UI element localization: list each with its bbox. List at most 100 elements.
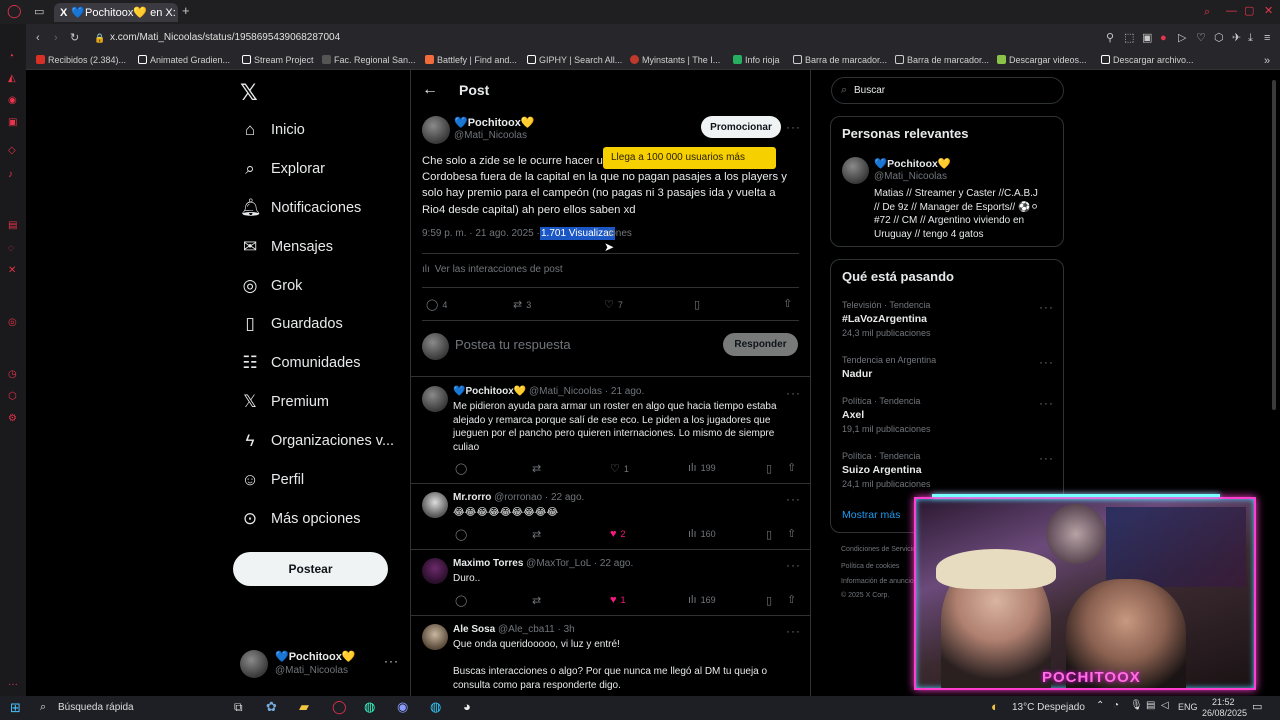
bookmark-item[interactable]: Info rioja <box>733 55 780 65</box>
footer-link[interactable]: Información de anuncios <box>841 578 917 585</box>
post-more-icon[interactable]: ··· <box>786 120 801 134</box>
snapshot-icon[interactable]: ⬚ <box>1124 32 1134 44</box>
sidebar-settings-icon[interactable]: ⚙ <box>8 414 17 424</box>
reply-count[interactable]: ◯ 4 <box>426 298 447 311</box>
clock-time[interactable]: 21:52 <box>1212 697 1235 707</box>
sidebar-flow-icon[interactable]: ◇ <box>8 146 16 156</box>
post-author-handle[interactable]: @Mati_Nicoolas <box>454 130 527 141</box>
trend-more-icon[interactable]: ··· <box>1039 451 1054 465</box>
bookmark-button[interactable]: ▯ <box>694 298 704 311</box>
share-button[interactable]: ⇧ <box>783 297 796 310</box>
bookmark-folder[interactable]: Barra de marcador... <box>895 55 989 65</box>
file-explorer-icon[interactable]: ▰ <box>299 699 309 715</box>
trend-item[interactable]: Política · Tendencia Suizo Argentina 24,… <box>831 449 1063 494</box>
footer-link[interactable]: Condiciones de Servicio <box>841 546 916 553</box>
language-indicator[interactable]: ENG <box>1178 702 1198 712</box>
opera-taskbar-icon[interactable]: ◯ <box>332 699 347 715</box>
bookmark-item[interactable]: Descargar videos... <box>997 55 1087 65</box>
avatar[interactable] <box>842 157 869 184</box>
relevant-name[interactable]: 💙Pochitoox💛 <box>874 157 951 170</box>
views-count[interactable]: ılı 160 <box>688 528 716 540</box>
reply-more-icon[interactable]: ··· <box>786 492 801 506</box>
edge-dev-icon[interactable]: ◍ <box>430 699 441 715</box>
nav-perfil[interactable]: ☺ Perfil <box>240 466 304 494</box>
reply-button[interactable]: ◯ <box>455 594 471 607</box>
reply-button[interactable]: Responder <box>723 333 798 356</box>
trend-item[interactable]: Televisión · Tendencia #LaVozArgentina 2… <box>831 298 1063 343</box>
reply-author-name[interactable]: 💙Pochitoox💛 <box>453 386 526 397</box>
views-count[interactable]: ılı 169 <box>688 594 716 606</box>
nav-notificaciones[interactable]: 🔔︎ Notificaciones <box>240 194 361 222</box>
views-count[interactable]: ılı 199 <box>688 462 716 474</box>
views-label-rest[interactable]: iones <box>608 228 632 239</box>
like-count[interactable]: ♡ 7 <box>604 298 623 311</box>
reply-time[interactable]: · 21 ago. <box>605 386 644 397</box>
account-switcher[interactable]: 💙Pochitoox💛 @Mati_Nicoolas ··· <box>240 648 400 680</box>
like-count[interactable]: ♥ 2 <box>610 528 626 540</box>
relevant-handle[interactable]: @Mati_Nicoolas <box>874 171 947 182</box>
tray-mic-icon[interactable]: 🎙︎ <box>1130 700 1143 711</box>
reply-author-name[interactable]: Mr.rorro <box>453 492 491 503</box>
tab-menu-icon[interactable]: ▭ <box>34 6 44 18</box>
reload-icon[interactable]: ↻ <box>70 32 79 44</box>
nav-mas-opciones[interactable]: ⊙ Más opciones <box>240 505 361 533</box>
bookmark-item[interactable]: Descargar archivo... <box>1101 55 1194 65</box>
like-count[interactable]: ♥ 1 <box>610 594 626 606</box>
nav-grok[interactable]: ◎ Grok <box>240 272 303 300</box>
bookmark-item[interactable]: Myinstants | The I... <box>630 55 720 65</box>
minimize-icon[interactable]: — <box>1226 5 1237 17</box>
nav-mensajes[interactable]: ✉ Mensajes <box>240 233 333 261</box>
footer-link[interactable]: Política de cookies <box>841 563 899 570</box>
trend-item[interactable]: Tendencia en Argentina Nadur ··· <box>831 353 1063 385</box>
trend-item[interactable]: Política · Tendencia Axel 19,1 mil publi… <box>831 394 1063 439</box>
new-tab-icon[interactable]: + <box>182 4 190 17</box>
avatar[interactable] <box>422 116 450 144</box>
reply-button[interactable]: ◯ <box>455 528 471 541</box>
weather-text[interactable]: 13°C Despejado <box>1012 702 1085 713</box>
discord-icon[interactable]: ◉ <box>397 699 408 715</box>
reply-time[interactable]: · 3h <box>557 624 574 635</box>
reply-more-icon[interactable]: ··· <box>786 624 801 638</box>
favorite-icon[interactable]: ♡ <box>1196 32 1206 44</box>
maximize-icon[interactable]: ▢ <box>1244 5 1254 17</box>
sidebar-snapshot-icon[interactable]: ▣ <box>8 118 17 128</box>
repost-button[interactable]: ⇄ <box>532 528 545 541</box>
post-timestamp[interactable]: 9:59 p. m. · 21 ago. 2025 · <box>422 228 540 239</box>
tray-app-icon[interactable]: ◔ <box>1113 700 1119 711</box>
sidebar-extensions-icon[interactable]: ⬡ <box>8 392 17 402</box>
sidebar-whatsapp-icon[interactable]: ◌ <box>8 244 14 254</box>
extension-red-icon[interactable]: ● <box>1160 32 1167 44</box>
sidebar-aria-icon[interactable]: ◭ <box>8 74 16 84</box>
bookmark-button[interactable]: ▯ <box>766 462 776 475</box>
reply-author-name[interactable]: Ale Sosa <box>453 624 495 635</box>
reply-item[interactable]: Maximo Torres @MaxTor_LoL · 22 ago. ··· … <box>410 550 810 614</box>
sidebar-x-icon[interactable]: ✕ <box>8 266 16 276</box>
sidebar-twitch-icon[interactable]: ▤ <box>8 221 17 231</box>
share-button[interactable]: ⇧ <box>787 527 800 540</box>
copilot-icon[interactable]: ✿ <box>266 699 277 715</box>
reply-item[interactable]: Mr.rorro @rorronao · 22 ago. ··· 😂😂😂😂😂😂😂… <box>410 484 810 548</box>
nav-organizaciones[interactable]: ϟ Organizaciones v... <box>240 427 395 455</box>
share-button[interactable]: ⇧ <box>787 593 800 606</box>
edge-icon[interactable]: ◍ <box>364 699 375 715</box>
network-icon[interactable]: ▤ <box>1146 700 1155 711</box>
sidebar-history-icon[interactable]: ◷ <box>8 370 17 380</box>
tray-overflow-icon[interactable]: ⌃ <box>1096 700 1104 711</box>
obs-icon[interactable]: ◕ <box>463 699 471 714</box>
bookmark-item[interactable]: Recibidos (2.384)... <box>36 55 126 65</box>
reply-input[interactable]: Postea tu respuesta <box>455 337 705 352</box>
play-icon[interactable]: ▷ <box>1178 32 1186 44</box>
reply-item[interactable]: 💙Pochitoox💛 @Mati_Nicoolas · 21 ago. ···… <box>410 377 810 483</box>
extensions-icon[interactable]: ⬡ <box>1214 32 1224 44</box>
repost-count[interactable]: ⇄ 3 <box>513 298 531 311</box>
view-interactions-link[interactable]: ılı Ver las interacciones de post <box>422 264 563 275</box>
bookmark-item[interactable]: Stream Project <box>242 55 314 65</box>
reply-time[interactable]: · 22 ago. <box>594 558 633 569</box>
bookmark-folder[interactable]: Barra de marcador... <box>793 55 887 65</box>
bookmark-item[interactable]: Animated Gradien... <box>138 55 230 65</box>
reply-author-handle[interactable]: @Ale_cba11 <box>498 624 555 635</box>
url-text[interactable]: x.com/Mati_Nicoolas/status/1958695439068… <box>110 32 340 43</box>
clock-date[interactable]: 26/08/2025 <box>1202 708 1247 718</box>
search-box[interactable]: ⌕ Buscar <box>831 77 1064 104</box>
search-tabs-icon[interactable]: ⌕ <box>1204 6 1210 18</box>
